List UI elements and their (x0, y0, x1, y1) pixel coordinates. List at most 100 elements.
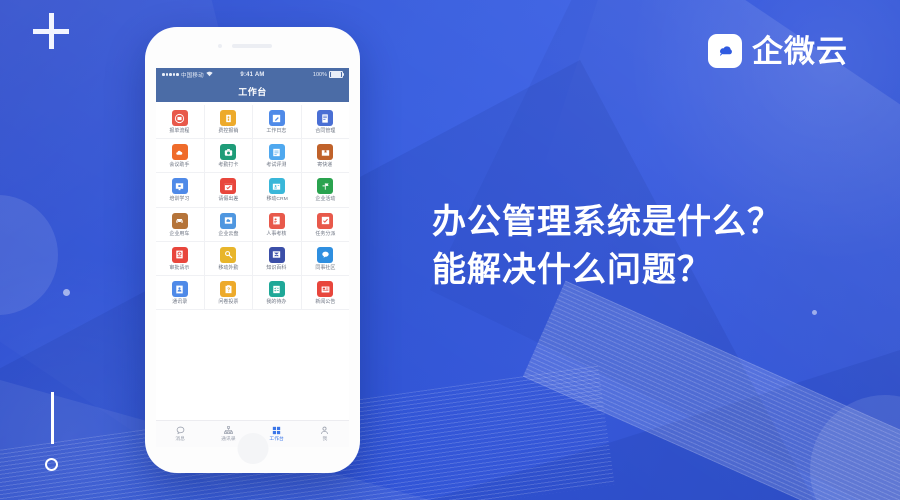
app-label: 合同管理 (315, 128, 336, 134)
tab-person-outline[interactable]: 我 (301, 421, 349, 447)
org-tree-icon (223, 425, 234, 436)
chat-bubble-icon (317, 246, 334, 263)
poster-canvas: 企微云 办公管理系统是什么？ 能解决什么问题？ 中国移动 9:41 AM 100… (0, 0, 900, 500)
status-bar: 中国移动 9:41 AM 100% (156, 68, 349, 81)
car-icon (171, 212, 188, 229)
parcel-box-icon (317, 144, 334, 161)
vertical-line-accent (51, 392, 54, 444)
app-grid-row: 通讯录 问卷投票 我的待办 新闻公告 (156, 276, 350, 311)
app-nav-title: 工作台 (156, 81, 349, 102)
meeting-cloud-icon (171, 144, 188, 161)
screen-play-icon (171, 178, 188, 195)
calendar-check-icon (220, 178, 237, 195)
exam-paper-icon (268, 144, 285, 161)
app-grid-item[interactable]: 考试评测 (253, 139, 302, 173)
app-grid-item[interactable]: 知识百科 (253, 241, 302, 276)
app-grid-item[interactable]: 费控报销 (205, 105, 253, 139)
app-grid-item[interactable]: 工作日志 (253, 105, 302, 139)
app-label: 企业用车 (169, 230, 190, 237)
receipt-icon (220, 110, 237, 126)
clipboard-question-icon (220, 281, 237, 298)
app-label: 费控报销 (218, 128, 239, 134)
edit-doc-icon (268, 110, 285, 126)
app-grid-item[interactable]: 任务分派 (302, 208, 350, 241)
app-grid-row: 企业用车 企业云盘 人事考核 任务分派 (156, 207, 350, 242)
app-label: 移动外勤 (218, 264, 239, 271)
app-grid-item[interactable]: 新闻公告 (302, 276, 350, 309)
app-grid-item[interactable]: 考勤打卡 (205, 139, 253, 173)
app-grid-item[interactable]: 同事社区 (302, 242, 350, 275)
app-grid-item[interactable]: 培训学习 (156, 173, 205, 207)
app-grid-item[interactable]: 合同管理 (302, 105, 350, 138)
tab-label: 通讯录 (221, 437, 236, 443)
app-grid-item[interactable]: 报单流程 (156, 105, 205, 139)
location-person-icon (220, 246, 237, 263)
battery-full-icon (329, 70, 344, 79)
book-mail-icon (268, 246, 285, 263)
app-grid: 报单流程 费控报销 工作日志 合同管理会议助手考勤打卡 考试评测寄快递培训学习 请假出差移… (156, 102, 350, 311)
crm-card-icon (268, 178, 285, 195)
app-label: 知识百科 (266, 264, 287, 271)
app-grid-row: 报单流程 费控报销 工作日志 合同管理 (156, 105, 350, 140)
app-grid-item[interactable]: 移动CRM (253, 173, 302, 207)
app-label: 任务分派 (315, 230, 336, 237)
app-label: 问卷投票 (218, 299, 239, 305)
app-grid-item[interactable]: 移动外勤 (205, 241, 253, 276)
phone-mockup: 中国移动 9:41 AM 100% 工作台 报单流程 费控报销 工作日志 合同管理会议… (145, 27, 360, 473)
app-grid-item[interactable]: 我的待办 (253, 276, 302, 310)
tab-chat-outline[interactable]: 消息 (156, 421, 204, 447)
person-outline-icon (319, 425, 330, 436)
app-grid-item[interactable]: 寄快递 (302, 139, 350, 172)
app-grid-item[interactable]: 企业活动 (302, 173, 350, 206)
todo-list-icon (268, 281, 285, 298)
home-button[interactable] (237, 433, 268, 464)
contract-icon (317, 110, 334, 126)
camera-clock-icon (220, 144, 237, 161)
app-grid-item[interactable]: 人事考核 (253, 207, 302, 241)
app-label: 同事社区 (315, 264, 336, 271)
headline-line-2: 能解决什么问题？ (432, 251, 712, 290)
cloud-chat-icon (708, 34, 742, 68)
app-grid-row: 培训学习 请假出差 移动CRM 企业活动 (156, 173, 350, 208)
brand-logo-text: 企微云 (752, 33, 848, 69)
app-grid-row: 审批请示 移动外勤 知识百科 同事社区 (156, 241, 350, 277)
headline-line-1: 办公管理系统是什么？ (432, 203, 782, 241)
app-grid-item[interactable]: 会议助手 (156, 139, 205, 173)
front-camera-icon (218, 44, 222, 48)
task-check-icon (317, 212, 334, 229)
app-label: 工作日志 (266, 128, 287, 134)
accent-dot-right (812, 310, 817, 315)
chat-outline-icon (175, 425, 186, 436)
app-label: 移动CRM (266, 196, 288, 203)
phone-screen: 中国移动 9:41 AM 100% 工作台 报单流程 费控报销 工作日志 合同管理会议… (156, 68, 349, 420)
grid-squares-icon (271, 425, 282, 436)
app-label: 人事考核 (266, 230, 287, 237)
stamp-icon (171, 110, 188, 126)
id-card-icon (268, 212, 285, 229)
tab-label: 工作台 (269, 437, 284, 443)
app-label: 寄快递 (317, 162, 333, 169)
wifi-icon (206, 71, 213, 79)
app-grid-item[interactable]: 审批请示 (156, 241, 205, 276)
brand-logo: 企微云 (708, 34, 848, 68)
tab-label: 我 (322, 437, 328, 443)
accent-dot-left (63, 289, 70, 296)
app-label: 企业活动 (315, 196, 336, 203)
phone-top-bezel (145, 27, 360, 64)
app-grid-item[interactable]: 企业云盘 (205, 207, 253, 241)
app-label: 报单流程 (169, 128, 190, 134)
plus-mark-icon (33, 13, 69, 49)
app-label: 通讯录 (172, 299, 188, 305)
app-grid-item[interactable]: 问卷投票 (205, 276, 253, 310)
app-label: 新闻公告 (315, 299, 336, 305)
news-icon (317, 281, 334, 298)
app-label: 审批请示 (169, 264, 190, 271)
status-time: 9:41 AM (240, 71, 265, 78)
app-grid-item[interactable]: 通讯录 (156, 276, 205, 310)
app-grid-item[interactable]: 企业用车 (156, 207, 205, 241)
app-grid-row: 会议助手 考勤打卡 考试评测 寄快递 (156, 139, 350, 174)
cloud-disk-icon (220, 212, 237, 229)
app-grid-item[interactable]: 请假出差 (205, 173, 253, 207)
contact-book-icon (171, 281, 188, 298)
app-label: 考勤打卡 (218, 162, 239, 169)
